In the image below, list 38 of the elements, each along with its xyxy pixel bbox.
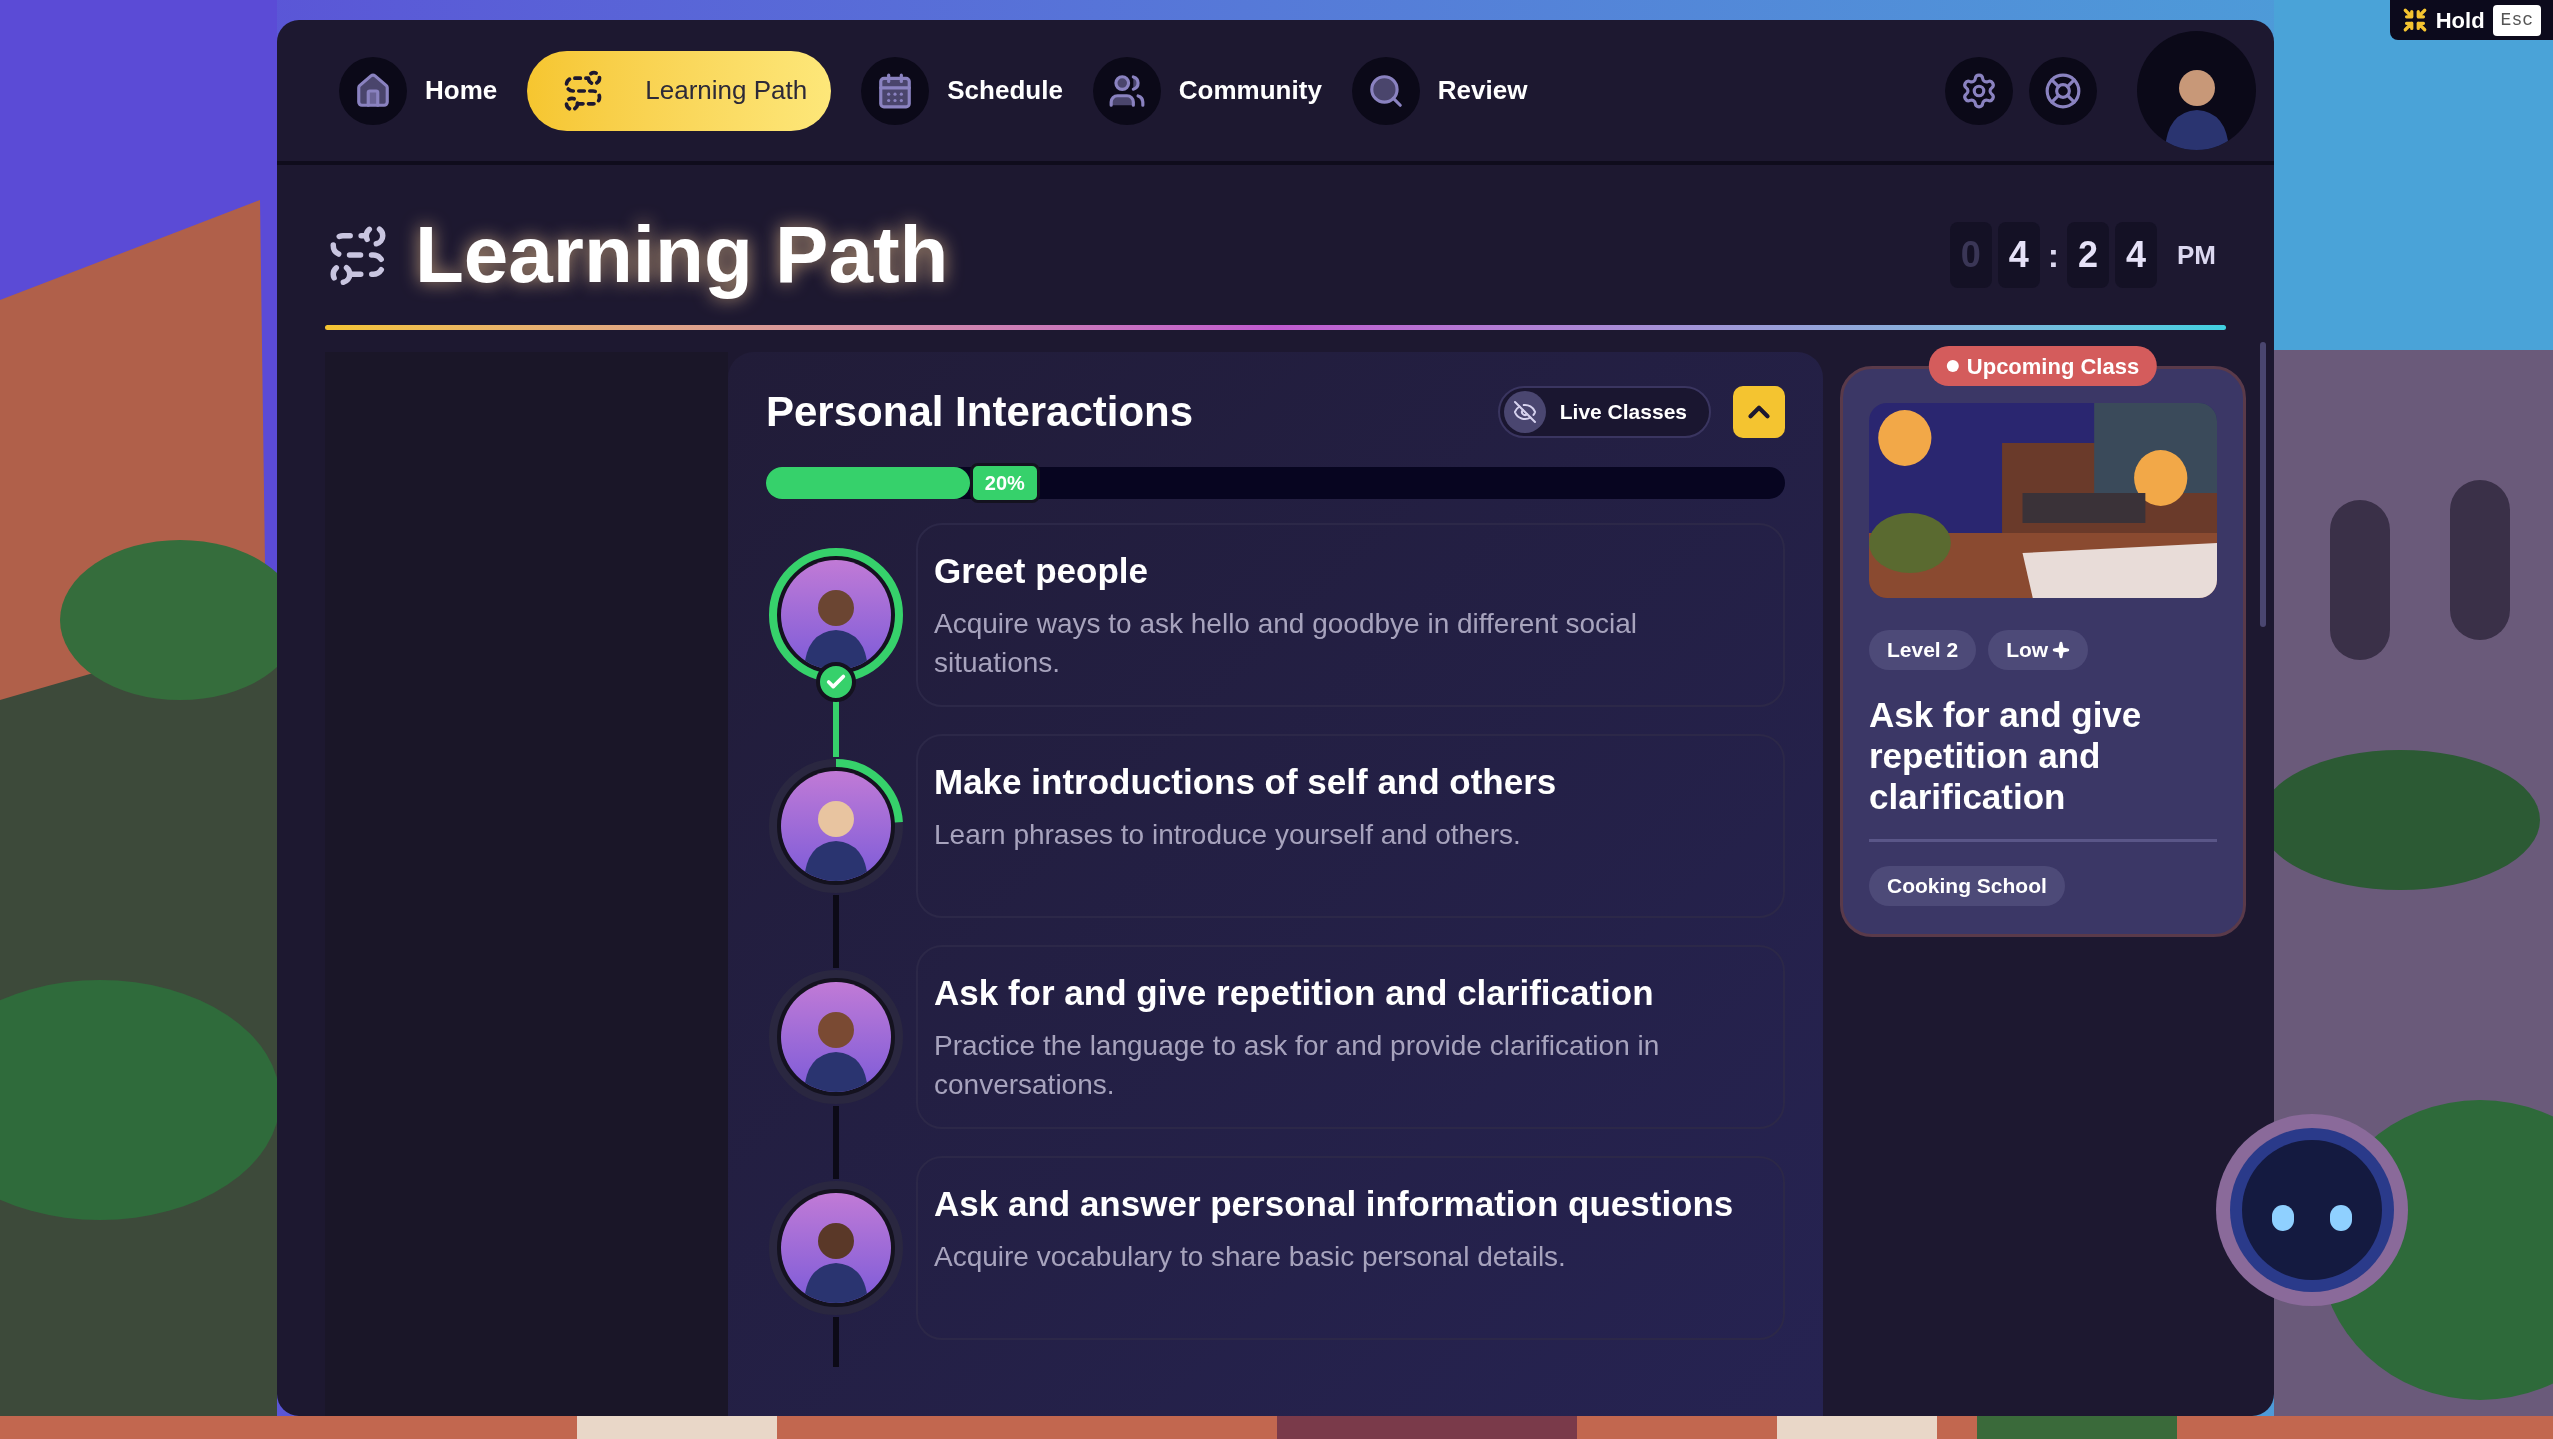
progress-percent: 20%: [969, 463, 1040, 503]
collapse-button[interactable]: [1733, 385, 1785, 438]
nav-tab[interactable]: Community: [1092, 56, 1322, 125]
sparkle-icon: [2052, 641, 2071, 659]
nav-tab[interactable]: Schedule: [861, 56, 1063, 125]
lesson-description: Acquire ways to ask hello and goodbye in different social situations.: [934, 606, 1639, 680]
lesson-description: Acquire vocabulary to share basic personal details.: [934, 1239, 1567, 1274]
lesson-card[interactable]: Ask for and give repetition and clarification Practice the language to ask for and provide clarification in conversations.: [916, 945, 1785, 1129]
class-tag: Low: [1988, 630, 2089, 670]
lesson-title: Greet people: [934, 550, 1149, 592]
unit-title: Personal Interactions: [766, 387, 1194, 437]
class-tag: Level 2: [1869, 630, 1977, 670]
lesson-description: Learn phrases to introduce yourself and others.: [934, 817, 1522, 852]
nav-tab[interactable]: Learning Path: [527, 50, 832, 131]
lesson-title: Ask and answer personal information questions: [934, 1183, 1735, 1225]
lifebuoy-icon: [2044, 71, 2082, 110]
lesson-title: Ask for and give repetition and clarification: [934, 972, 1655, 1014]
clock-separator: :: [2046, 234, 2060, 276]
clock-digit: 2: [2067, 222, 2109, 288]
settings-icon: [1960, 71, 1998, 110]
lesson-card[interactable]: Greet people Acquire ways to ask hello and goodbye in different social situations.: [916, 523, 1785, 707]
clock-period: PM: [2177, 238, 2216, 272]
clock-digit: 4: [1997, 222, 2040, 288]
lesson-description: Practice the language to ask for and provide clarification in conversations.: [934, 1028, 1661, 1102]
lesson-card[interactable]: Ask and answer personal information questions Acquire vocabulary to share basic personal details.: [916, 1156, 1785, 1340]
page-title: Learning Path: [415, 209, 949, 301]
class-title: Ask for and give repetition and clarification: [1869, 694, 2143, 817]
nav-icon: [354, 71, 392, 110]
lesson-title: Make introductions of self and others: [934, 761, 1558, 803]
live-classes-toggle[interactable]: Live Classes: [1497, 385, 1711, 438]
nav-tab[interactable]: Home: [339, 56, 498, 125]
check-icon: [816, 662, 856, 702]
eye-off-icon: [1512, 399, 1537, 424]
lesson-card[interactable]: Make introductions of self and others Learn phrases to introduce yourself and others.: [916, 734, 1785, 918]
clock-digit: 4: [2115, 222, 2157, 288]
upcoming-class-badge: Upcoming Class: [1928, 346, 2158, 386]
class-location-tag: Cooking School: [1869, 866, 2065, 906]
nav-tab[interactable]: Review: [1351, 56, 1528, 125]
